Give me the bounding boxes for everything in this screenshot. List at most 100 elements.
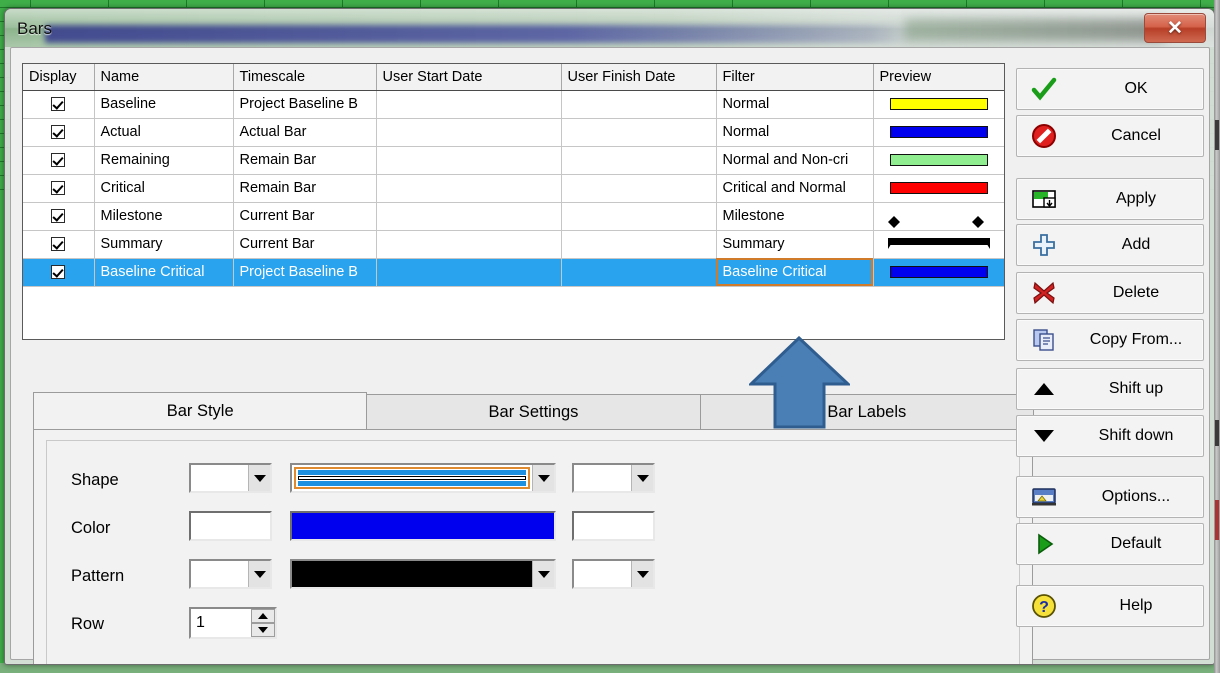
help-button[interactable]: ? Help xyxy=(1016,585,1204,627)
col-header-user-finish-date[interactable]: User Finish Date xyxy=(561,64,717,91)
table-row[interactable]: Actual Actual Bar Normal xyxy=(23,118,1004,147)
shift-up-button[interactable]: Shift up xyxy=(1016,368,1204,410)
cell-filter[interactable]: Baseline Critical xyxy=(716,258,874,287)
cell-display[interactable] xyxy=(23,258,95,287)
bars-grid[interactable]: Display Name Timescale User Start Date U… xyxy=(22,63,1005,340)
cell-filter[interactable]: Critical and Normal xyxy=(716,174,874,203)
cell-name[interactable]: Actual xyxy=(94,118,234,147)
copy-from-button[interactable]: Copy From... xyxy=(1016,319,1204,361)
shape-middle-combo[interactable] xyxy=(290,463,556,493)
cell-filter[interactable]: Milestone xyxy=(716,202,874,231)
cell-user-start-date[interactable] xyxy=(376,202,562,231)
cancel-button[interactable]: Cancel xyxy=(1016,115,1204,157)
cell-filter[interactable]: Normal and Non-cri xyxy=(716,146,874,175)
cell-user-finish-date[interactable] xyxy=(561,118,717,147)
cell-user-finish-date[interactable] xyxy=(561,258,717,287)
table-row[interactable]: Baseline Critical Project Baseline B Basel… xyxy=(23,258,1004,287)
cell-user-start-date[interactable] xyxy=(376,258,562,287)
cell-filter[interactable]: Summary xyxy=(716,230,874,259)
chevron-down-icon[interactable] xyxy=(532,561,554,587)
options-button[interactable]: Options... xyxy=(1016,476,1204,518)
chevron-down-icon[interactable] xyxy=(532,465,554,491)
tab-bar-settings[interactable]: Bar Settings xyxy=(366,394,701,430)
cell-user-finish-date[interactable] xyxy=(561,202,717,231)
cell-name[interactable]: Baseline xyxy=(94,90,234,119)
cell-filter[interactable]: Normal xyxy=(716,90,874,119)
button-label: Cancel xyxy=(1111,127,1161,144)
display-checkbox[interactable] xyxy=(51,153,66,168)
cell-user-start-date[interactable] xyxy=(376,118,562,147)
cell-name[interactable]: Critical xyxy=(94,174,234,203)
table-row[interactable]: Critical Remain Bar Critical and Normal xyxy=(23,174,1004,203)
cell-name[interactable]: Milestone xyxy=(94,202,234,231)
cell-display[interactable] xyxy=(23,230,95,259)
cell-timescale[interactable]: Current Bar xyxy=(233,202,377,231)
cell-timescale[interactable]: Current Bar xyxy=(233,230,377,259)
cell-display[interactable] xyxy=(23,118,95,147)
cell-user-start-date[interactable] xyxy=(376,146,562,175)
chevron-down-icon[interactable] xyxy=(631,561,653,587)
display-checkbox[interactable] xyxy=(51,265,66,280)
stepper-up-button[interactable] xyxy=(251,609,275,623)
col-header-name[interactable]: Name xyxy=(94,64,234,91)
pattern-end-combo[interactable] xyxy=(572,559,655,589)
table-row[interactable]: Summary Current Bar Summary xyxy=(23,230,1004,259)
delete-button[interactable]: Delete xyxy=(1016,272,1204,314)
default-button[interactable]: Default xyxy=(1016,523,1204,565)
table-row[interactable]: Baseline Project Baseline B Normal xyxy=(23,90,1004,119)
close-button[interactable]: ✕ xyxy=(1144,13,1206,43)
display-checkbox[interactable] xyxy=(51,209,66,224)
color-middle-swatch[interactable] xyxy=(290,511,556,541)
chevron-down-icon[interactable] xyxy=(248,465,270,491)
col-header-user-start-date[interactable]: User Start Date xyxy=(376,64,562,91)
stepper-down-button[interactable] xyxy=(251,623,275,637)
col-header-filter[interactable]: Filter xyxy=(716,64,874,91)
shift-down-button[interactable]: Shift down xyxy=(1016,415,1204,457)
add-button[interactable]: Add xyxy=(1016,224,1204,266)
color-end-swatch[interactable] xyxy=(572,511,655,541)
cell-user-finish-date[interactable] xyxy=(561,230,717,259)
cell-user-finish-date[interactable] xyxy=(561,174,717,203)
cell-user-start-date[interactable] xyxy=(376,174,562,203)
cell-user-start-date[interactable] xyxy=(376,230,562,259)
cell-display[interactable] xyxy=(23,174,95,203)
col-header-preview[interactable]: Preview xyxy=(873,64,1004,91)
display-checkbox[interactable] xyxy=(51,97,66,112)
cell-preview xyxy=(873,174,1004,203)
cell-filter[interactable]: Normal xyxy=(716,118,874,147)
cell-timescale[interactable]: Project Baseline B xyxy=(233,258,377,287)
table-row[interactable]: Remaining Remain Bar Normal and Non-cri xyxy=(23,146,1004,175)
cell-timescale[interactable]: Remain Bar xyxy=(233,174,377,203)
row-stepper[interactable]: 1 xyxy=(189,607,277,639)
display-checkbox[interactable] xyxy=(51,125,66,140)
row-value[interactable]: 1 xyxy=(191,609,251,637)
cell-display[interactable] xyxy=(23,146,95,175)
cell-display[interactable] xyxy=(23,202,95,231)
cell-timescale[interactable]: Project Baseline B xyxy=(233,90,377,119)
cell-name[interactable]: Summary xyxy=(94,230,234,259)
col-header-display[interactable]: Display xyxy=(23,64,95,91)
tab-bar-labels[interactable]: Bar Labels xyxy=(699,394,1034,430)
display-checkbox[interactable] xyxy=(51,181,66,196)
cell-timescale[interactable]: Actual Bar xyxy=(233,118,377,147)
tab-bar-style[interactable]: Bar Style xyxy=(33,392,368,430)
cell-name[interactable]: Remaining xyxy=(94,146,234,175)
shape-end-combo[interactable] xyxy=(572,463,655,493)
col-header-timescale[interactable]: Timescale xyxy=(233,64,377,91)
color-start-swatch[interactable] xyxy=(189,511,272,541)
chevron-down-icon[interactable] xyxy=(248,561,270,587)
pattern-middle-combo[interactable] xyxy=(290,559,556,589)
cell-user-finish-date[interactable] xyxy=(561,90,717,119)
cell-name[interactable]: Baseline Critical xyxy=(94,258,234,287)
cell-user-start-date[interactable] xyxy=(376,90,562,119)
display-checkbox[interactable] xyxy=(51,237,66,252)
cell-timescale[interactable]: Remain Bar xyxy=(233,146,377,175)
apply-button[interactable]: Apply xyxy=(1016,178,1204,220)
cell-user-finish-date[interactable] xyxy=(561,146,717,175)
ok-button[interactable]: OK xyxy=(1016,68,1204,110)
shape-start-combo[interactable] xyxy=(189,463,272,493)
chevron-down-icon[interactable] xyxy=(631,465,653,491)
cell-display[interactable] xyxy=(23,90,95,119)
table-row[interactable]: Milestone Current Bar Milestone xyxy=(23,202,1004,231)
pattern-start-combo[interactable] xyxy=(189,559,272,589)
